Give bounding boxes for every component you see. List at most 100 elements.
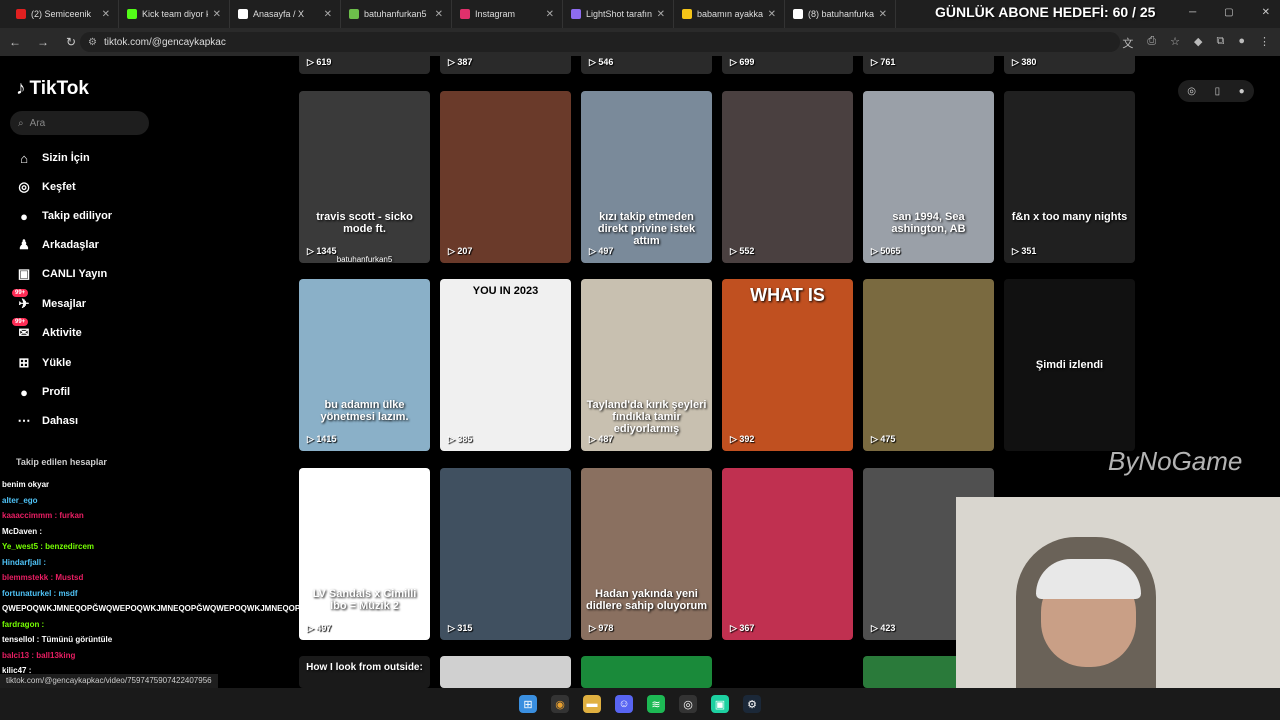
video-tile[interactable]: ▷ 315	[440, 468, 571, 640]
tab-close-icon[interactable]: ✕	[435, 9, 443, 20]
sidebar-item[interactable]: ● Takip ediliyor	[16, 206, 112, 226]
video-tile[interactable]: How I look from outside:	[299, 656, 430, 688]
webcam-overlay	[956, 497, 1280, 720]
tab-close-icon[interactable]: ✕	[324, 9, 332, 20]
video-tile[interactable]: travis scott - sicko mode ft. batuhanfurk…	[299, 91, 430, 263]
browser-tab[interactable]: (8) batuhanfurkan ✕	[785, 0, 896, 28]
chat-message: tensellol : Tümünü görüntüle	[2, 635, 113, 644]
spotify-icon[interactable]: ≋	[647, 695, 665, 713]
chat-message: blemmstekk : Mustsd	[2, 573, 84, 582]
browser-tab[interactable]: Anasayfa / X ✕	[230, 0, 341, 28]
video-caption: Şimdi izlendi	[1035, 359, 1104, 371]
browser-tab[interactable]: babamın ayakkab ✕	[674, 0, 785, 28]
sidebar-item-label: Dahası	[42, 415, 79, 427]
browser-tab[interactable]: batuhanfurkan5 ✕	[341, 0, 452, 28]
video-tile[interactable]: f&n x too many nights ▷ 351	[1004, 91, 1135, 263]
tab-close-icon[interactable]: ✕	[657, 9, 665, 20]
video-caption: LV Sandals x Cimilli İbo = Müzik 2	[312, 588, 417, 612]
video-tile[interactable]: ▷ 387	[440, 56, 571, 74]
video-tile[interactable]: Şimdi izlendi	[1004, 279, 1135, 451]
maximize-icon[interactable]: ▢	[1224, 7, 1233, 18]
video-tile[interactable]: ▷ 619	[299, 56, 430, 74]
install-icon[interactable]: ⎙	[1147, 35, 1156, 51]
video-tile[interactable]: bu adamın ülke yönetmesi lazım. ▷ 1415	[299, 279, 430, 451]
video-tile[interactable]: san 1994, Sea ashington, AB ▷ 5065	[863, 91, 994, 263]
search-input[interactable]: ⌕ Ara	[10, 111, 149, 135]
sidebar-item[interactable]: ♟ Arkadaşlar	[16, 235, 99, 255]
video-tile[interactable]: ▷ 761	[863, 56, 994, 74]
video-tile[interactable]: WHAT IS ▷ 392	[722, 279, 853, 451]
extensions-menu-icon[interactable]: ⧉	[1216, 35, 1224, 51]
user-avatar[interactable]: ●	[1239, 86, 1245, 97]
messages-icon: ✈ 99+	[12, 289, 32, 312]
translate-icon[interactable]: 文	[1122, 35, 1133, 51]
video-tile[interactable]: ▷ 552	[722, 91, 853, 263]
notification-badge: 99+	[12, 318, 29, 326]
sidebar-item[interactable]: ✈ 99+ Mesajlar	[12, 289, 86, 314]
menu-icon[interactable]: ⋮	[1259, 35, 1270, 51]
video-tile[interactable]: ▷ 475	[863, 279, 994, 451]
video-tile[interactable]: ▷ 380	[1004, 56, 1135, 74]
video-tile[interactable]: ▷ 546	[581, 56, 712, 74]
video-caption: travis scott - sicko mode ft.	[316, 211, 413, 235]
coin-icon[interactable]: ◎	[1187, 86, 1196, 97]
browser-tab[interactable]: Instagram ✕	[452, 0, 563, 28]
extension-icon[interactable]: ◆	[1194, 35, 1202, 51]
sidebar-item[interactable]: ⋯ Dahası	[16, 411, 79, 431]
toolbar-icons: 文 ⎙ ☆ ◆ ⧉ ● ⋮	[1122, 35, 1270, 51]
steam-icon[interactable]: ⚙	[743, 695, 761, 713]
chrome-icon[interactable]: ◉	[551, 695, 569, 713]
view-count: ▷ 1415	[307, 434, 337, 444]
back-icon[interactable]: ←	[8, 35, 22, 49]
discord-icon[interactable]: ☺	[615, 695, 633, 713]
tab-close-icon[interactable]: ✕	[879, 9, 887, 20]
sidebar-item[interactable]: ✉ 99+ Aktivite	[12, 318, 82, 343]
video-tile[interactable]: YOU IN 2023 ▷ 385	[440, 279, 571, 451]
chat-message: kaaaccimmm : furkan	[2, 511, 84, 520]
tab-close-icon[interactable]: ✕	[546, 9, 554, 20]
tab-close-icon[interactable]: ✕	[213, 9, 221, 20]
forward-icon[interactable]: →	[36, 35, 50, 49]
reload-icon[interactable]: ↻	[64, 35, 78, 49]
sidebar-item-label: Profil	[42, 386, 71, 398]
video-tile[interactable]: Tayland'da kırık şeyleri fındıkla tamir …	[581, 279, 712, 451]
sidebar-item[interactable]: ● Profil	[16, 382, 70, 402]
video-tile[interactable]	[581, 656, 712, 688]
video-tile[interactable]: LV Sandals x Cimilli İbo = Müzik 2 ▷ 497	[299, 468, 430, 640]
phone-icon[interactable]: ▯	[1215, 86, 1221, 97]
tab-label: Kick team diyor k	[142, 9, 208, 19]
browser-tab[interactable]: LightShot tarafınd ✕	[563, 0, 674, 28]
tab-close-icon[interactable]: ✕	[768, 9, 776, 20]
tab-close-icon[interactable]: ✕	[102, 9, 110, 20]
folder-icon[interactable]: ▬	[583, 695, 601, 713]
chat-message: McDaven :	[2, 526, 43, 536]
browser-tab[interactable]: Kick team diyor k ✕	[119, 0, 230, 28]
app-icon[interactable]: ▣	[711, 695, 729, 713]
tab-favicon-icon	[460, 9, 470, 19]
browser-tab[interactable]: (2) Semiceenik ✕	[8, 0, 119, 28]
video-tile[interactable]: Hadan yakında yeni didlere sahip oluyoru…	[581, 468, 712, 640]
close-icon[interactable]: ✕	[1262, 7, 1270, 18]
view-count: ▷ 978	[589, 623, 614, 633]
video-tile[interactable]: ▷ 367	[722, 468, 853, 640]
profile-avatar-icon[interactable]: ●	[1238, 35, 1245, 51]
sidebar-item[interactable]: ◎ Keşfet	[16, 177, 75, 197]
video-tile[interactable]: ▷ 207	[440, 91, 571, 263]
windows-start-icon[interactable]: ⊞	[519, 695, 537, 713]
sidebar-item[interactable]: ⌂ Sizin İçin	[16, 148, 90, 168]
video-tile[interactable]: ▷ 699	[722, 56, 853, 74]
url-field[interactable]: ⚙ tiktok.com/@gencaykapkac	[80, 32, 1120, 52]
tab-favicon-icon	[127, 9, 137, 19]
site-info-icon[interactable]: ⚙	[88, 37, 97, 48]
video-tile[interactable]	[440, 656, 571, 688]
sidebar-item[interactable]: ⊞ Yükle	[16, 353, 72, 373]
tiktok-logo[interactable]: ♪ TikTok	[16, 78, 89, 100]
sidebar-item[interactable]: ▣ CANLI Yayın	[16, 264, 107, 284]
obs-icon[interactable]: ◎	[679, 695, 697, 713]
minimize-icon[interactable]: ─	[1189, 7, 1196, 18]
tab-label: (2) Semiceenik	[31, 9, 92, 19]
view-count: ▷ 619	[307, 57, 332, 67]
video-tile[interactable]: kızı takip etmeden direkt privine istek …	[581, 91, 712, 263]
star-icon[interactable]: ☆	[1170, 35, 1180, 51]
chat-message: Ye_west5 : benzedircem	[2, 542, 95, 551]
